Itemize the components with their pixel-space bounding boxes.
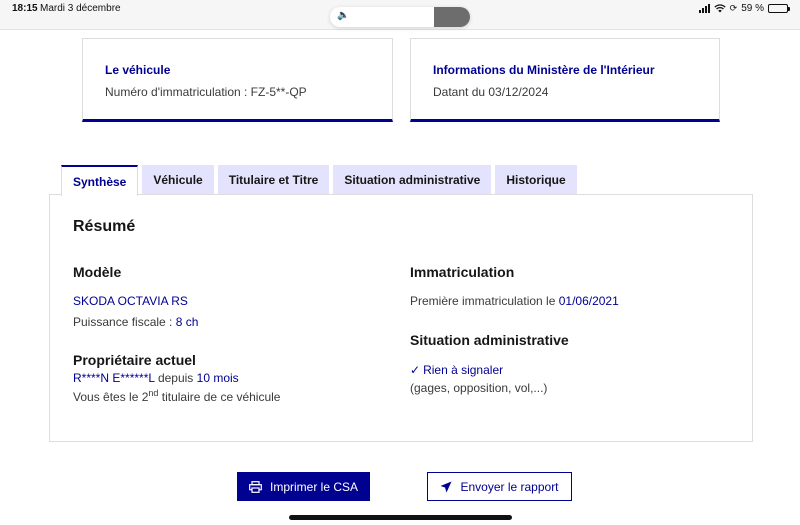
fiscal-power: Puissance fiscale : 8 ch	[73, 315, 198, 329]
battery-percentage: 59 %	[741, 3, 764, 14]
status-right-group: ⟳ 59 %	[698, 3, 790, 14]
admin-status-heading: Situation administrative	[410, 332, 569, 348]
admin-status-text: Rien à signaler	[423, 363, 504, 377]
speaker-icon: 🔈	[337, 10, 350, 21]
holder-rank-suffix: titulaire de ce véhicule	[158, 390, 281, 404]
vehicle-card: Le véhicule Numéro d'immatriculation : F…	[82, 38, 393, 122]
lock-rotation-icon: ⟳	[729, 3, 738, 13]
status-date: Mardi 3 décembre	[40, 3, 121, 14]
fiscal-power-label: Puissance fiscale :	[73, 315, 176, 329]
cellular-signal-icon	[698, 4, 710, 13]
first-registration: Première immatriculation le 01/06/2021	[410, 294, 619, 308]
battery-icon	[768, 4, 790, 13]
first-registration-label: Première immatriculation le	[410, 294, 559, 308]
send-icon	[440, 481, 452, 492]
holder-rank-sup: nd	[148, 388, 159, 398]
fiscal-power-value: 8 ch	[175, 315, 199, 329]
summary-title: Résumé	[73, 218, 136, 235]
volume-hud-end	[434, 7, 470, 27]
model-heading: Modèle	[73, 264, 122, 280]
owner-since-value: 10 mois	[196, 371, 239, 385]
tab-list: Synthèse Véhicule Titulaire et Titre Sit…	[61, 165, 577, 196]
holder-rank: Vous êtes le 2nd titulaire de ce véhicul…	[73, 388, 280, 404]
home-indicator[interactable]	[289, 515, 512, 520]
tab-situation-administrative[interactable]: Situation administrative	[333, 165, 492, 195]
vehicle-card-title: Le véhicule	[105, 63, 171, 77]
print-csa-label: Imprimer le CSA	[269, 479, 358, 494]
ministry-date: Datant du 03/12/2024	[433, 85, 549, 99]
printer-icon	[249, 480, 262, 493]
tab-vehicule[interactable]: Véhicule	[142, 165, 214, 195]
holder-rank-prefix: Vous êtes le 2	[73, 390, 149, 404]
registration-number: Numéro d'immatriculation : FZ-5**-QP	[105, 85, 307, 99]
send-report-button[interactable]: Envoyer le rapport	[427, 472, 572, 501]
tab-historique[interactable]: Historique	[495, 165, 577, 195]
tab-synthese[interactable]: Synthèse	[61, 165, 139, 196]
ministry-card: Informations du Ministère de l'Intérieur…	[410, 38, 720, 122]
owner-line: R****N E******L depuis 10 mois	[73, 371, 239, 385]
check-icon: ✓	[410, 363, 421, 377]
wifi-icon	[713, 4, 726, 13]
owner-heading: Propriétaire actuel	[73, 352, 196, 368]
status-time: 18:15	[12, 3, 38, 14]
send-report-label: Envoyer le rapport	[460, 479, 559, 494]
registration-heading: Immatriculation	[410, 264, 515, 280]
admin-status-details: (gages, opposition, vol,...)	[410, 381, 548, 395]
first-registration-date: 01/06/2021	[558, 294, 619, 308]
model-name: SKODA OCTAVIA RS	[73, 294, 188, 308]
admin-status: ✓ Rien à signaler	[410, 363, 503, 377]
tab-titulaire-et-titre[interactable]: Titulaire et Titre	[217, 165, 330, 195]
print-csa-button[interactable]: Imprimer le CSA	[237, 472, 370, 501]
owner-name: R****N E******L	[73, 371, 155, 385]
volume-hud: 🔈	[330, 7, 470, 27]
ministry-card-title: Informations du Ministère de l'Intérieur	[433, 63, 655, 77]
owner-since-label: depuis	[154, 371, 197, 385]
